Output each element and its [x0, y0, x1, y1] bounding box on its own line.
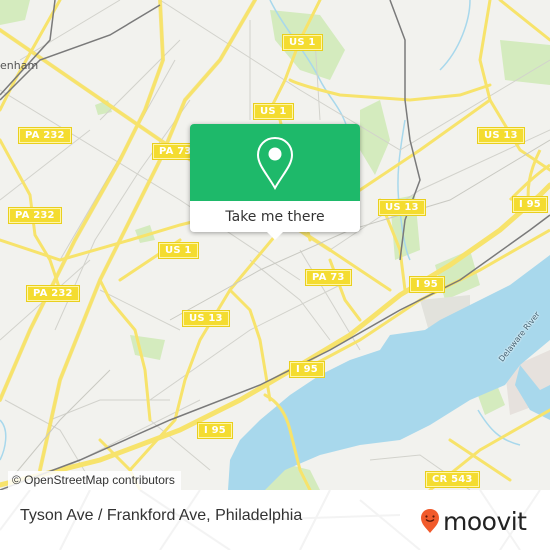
- brand-name: moovit: [443, 506, 527, 536]
- map-attribution[interactable]: © OpenStreetMap contributors: [8, 471, 181, 490]
- route-shield-pa232: PA 232: [26, 285, 80, 302]
- road: [328, 258, 362, 322]
- park: [500, 40, 550, 85]
- park: [360, 100, 390, 175]
- creek: [0, 419, 7, 461]
- route-shield-cr543: CR 543: [425, 471, 480, 488]
- road: [498, 0, 550, 42]
- route-shield-us13: US 13: [378, 199, 426, 216]
- footer-bar: Tyson Ave / Frankford Ave, Philadelphia …: [0, 490, 550, 550]
- popup-header: [190, 124, 360, 201]
- park: [130, 335, 165, 360]
- location-pin-icon: [256, 136, 294, 190]
- road: [288, 78, 492, 102]
- road: [508, 163, 550, 202]
- route-shield-us1: US 1: [158, 242, 199, 259]
- route-shield-i95: I 95: [289, 361, 325, 378]
- take-me-there-button[interactable]: Take me there: [190, 201, 360, 232]
- moovit-logo[interactable]: moovit: [420, 506, 527, 536]
- route-shield-pa232: PA 232: [18, 127, 72, 144]
- map[interactable]: enham Delaware River US 1 US 1 US 1 PA 2…: [0, 0, 550, 490]
- location-popup: Take me there: [190, 124, 360, 240]
- route-shield-us1: US 1: [253, 103, 294, 120]
- route-shield-us13: US 13: [477, 127, 525, 144]
- map-base-layer: [0, 0, 550, 490]
- stop-name: Tyson Ave / Frankford Ave, Philadelphia: [20, 507, 303, 524]
- creek: [439, 0, 471, 71]
- route-shield-pa232: PA 232: [8, 207, 62, 224]
- route-shield-i95: I 95: [512, 196, 548, 213]
- place-label-cheltenham: enham: [0, 59, 39, 72]
- moovit-pin-icon: [421, 509, 439, 533]
- park: [0, 0, 30, 25]
- popup-pointer: [267, 232, 283, 240]
- route-shield-us13: US 13: [182, 310, 230, 327]
- route-shield-pa73: PA 73: [305, 269, 352, 286]
- route-shield-us1: US 1: [282, 34, 323, 51]
- route-shield-i95: I 95: [197, 422, 233, 439]
- route-shield-i95: I 95: [409, 276, 445, 293]
